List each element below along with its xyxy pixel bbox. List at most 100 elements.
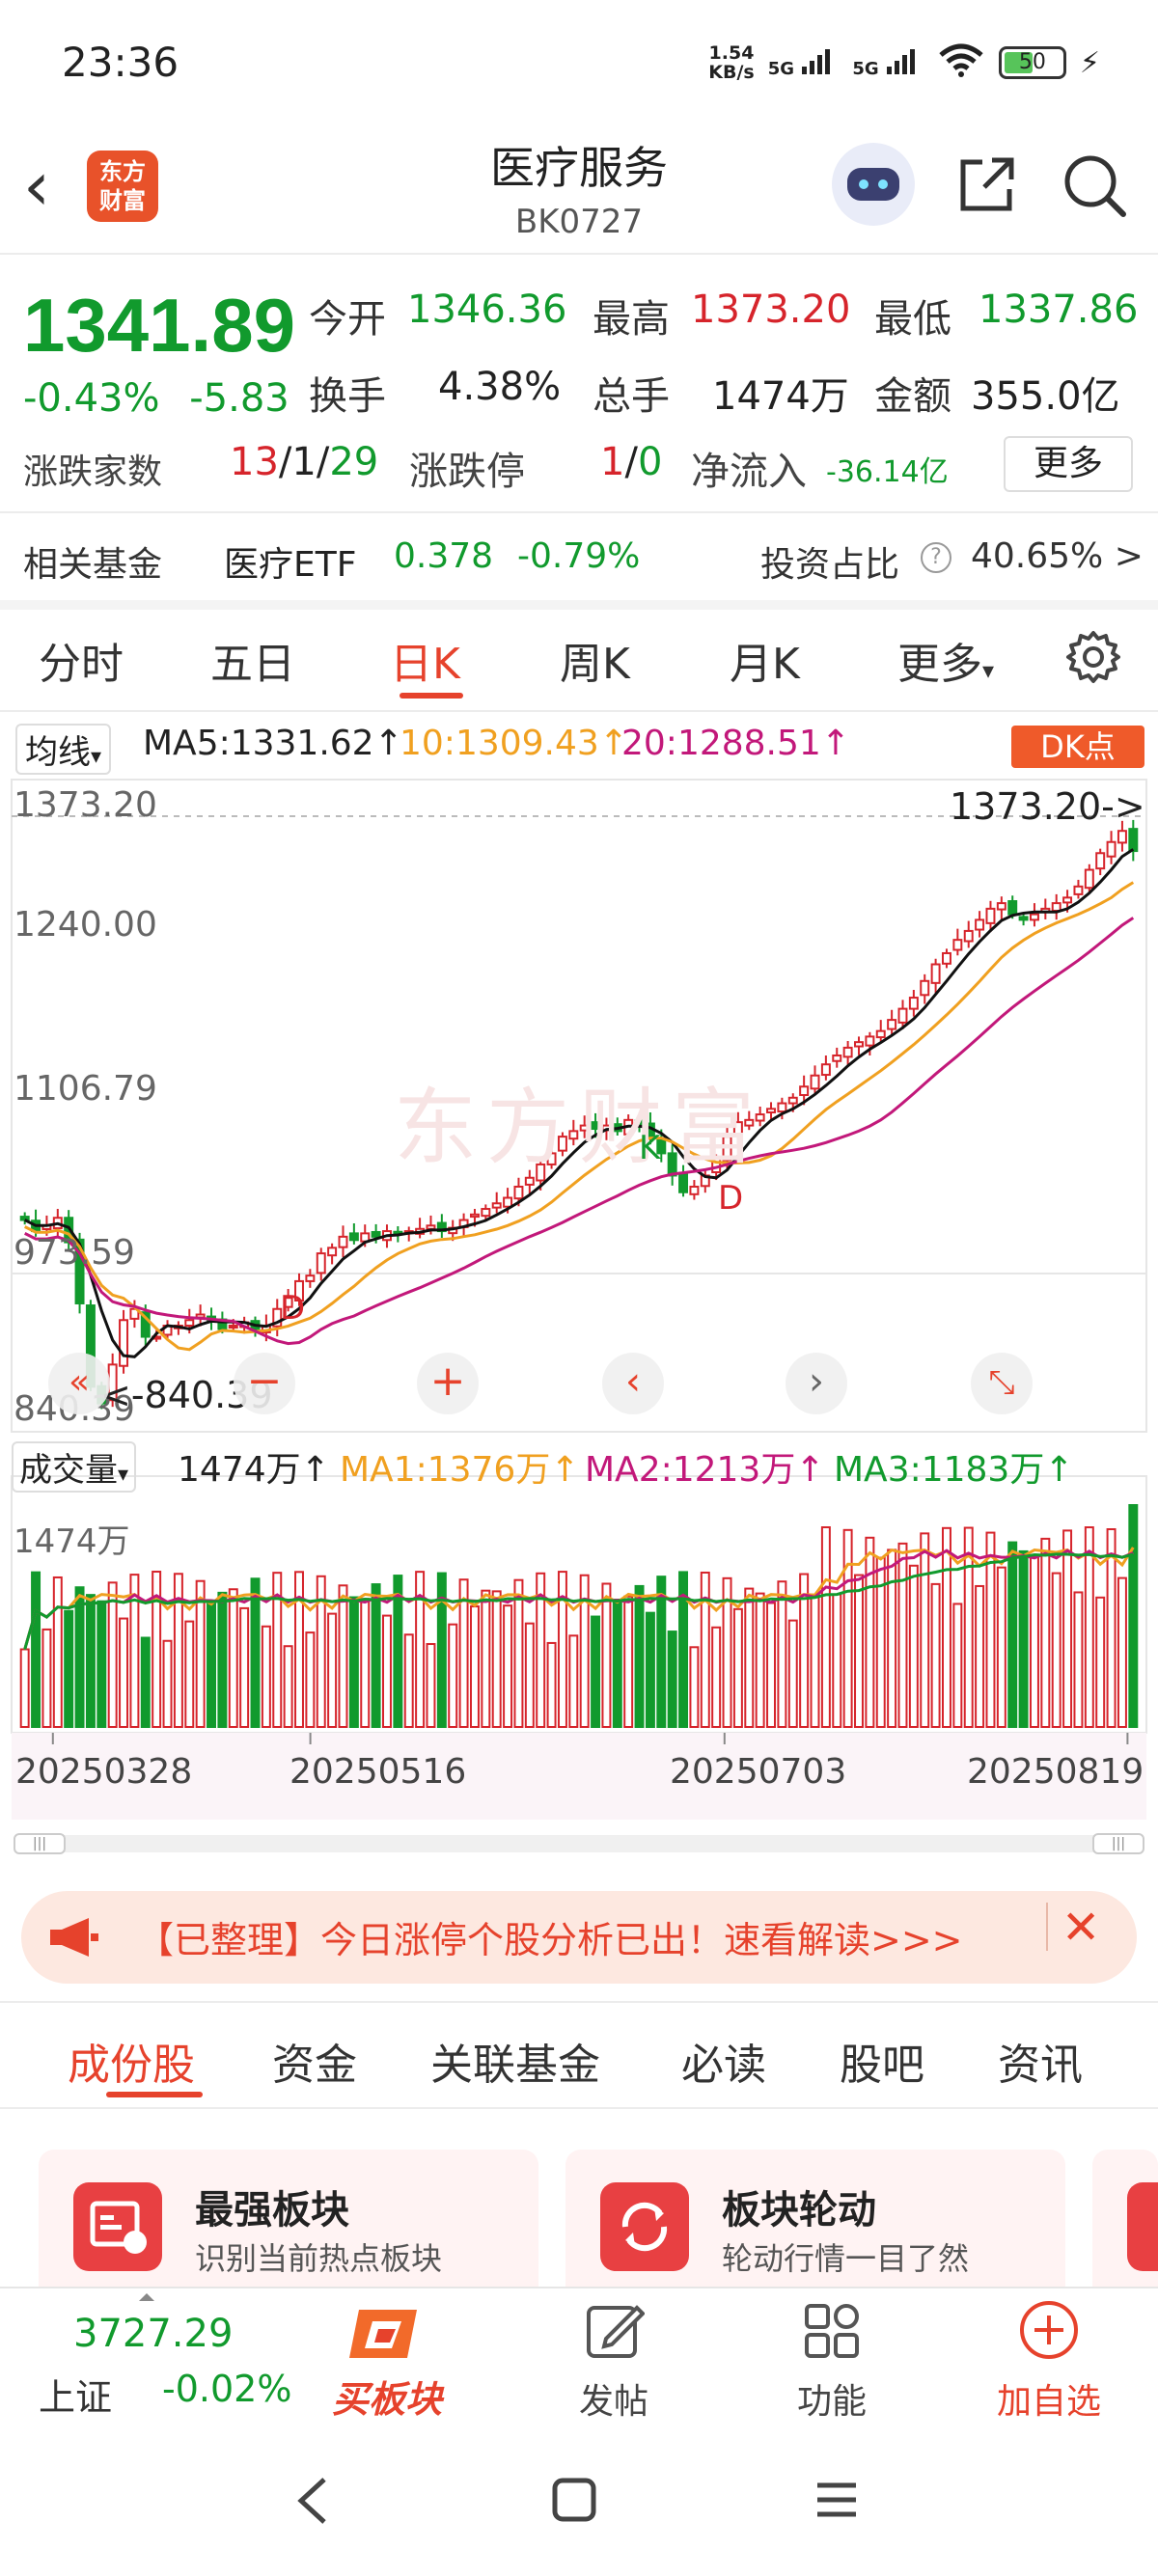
announcement-text[interactable]: 【已整理】今日涨停个股分析已出！速看解读>>> — [137, 1910, 963, 1963]
volume-bar — [711, 1626, 722, 1728]
functions-grid-icon[interactable] — [801, 2300, 863, 2362]
more-button[interactable]: 更多 — [1004, 436, 1133, 492]
date-label-4: 20250819 — [967, 1752, 1144, 1792]
buy-sector-label[interactable]: 买板块 — [332, 2370, 442, 2423]
volume-indicator-select[interactable]: 成交量▾ — [12, 1441, 137, 1493]
tab-daily-k[interactable]: 日K — [390, 629, 460, 691]
zoom-out-button[interactable]: − — [234, 1353, 295, 1414]
candle — [1117, 830, 1127, 844]
breadth-values: 13/1/29 — [230, 440, 379, 484]
volume-bar — [634, 1584, 645, 1729]
volume-bar — [832, 1593, 842, 1728]
volume-bar — [469, 1605, 480, 1729]
volume-bar — [975, 1584, 985, 1729]
amount-label: 金额 — [874, 374, 951, 419]
indicator-select[interactable]: 均线▾ — [15, 724, 112, 775]
scroll-left-far-button[interactable]: « — [48, 1353, 110, 1414]
settings-gear-icon[interactable] — [1065, 629, 1121, 685]
tab-monthly-k[interactable]: 月K — [730, 629, 800, 691]
candle — [426, 1224, 436, 1230]
search-icon[interactable] — [1060, 151, 1129, 220]
fullscreen-icon[interactable]: ⤡ — [971, 1353, 1033, 1414]
limit-values: 1/0 — [600, 440, 663, 484]
megaphone-icon — [50, 1918, 98, 1957]
volume-bar — [184, 1620, 195, 1729]
help-icon[interactable]: ? — [921, 542, 951, 573]
fund-price: 0.378 — [394, 536, 494, 576]
chart-scrollbar[interactable] — [14, 1835, 1144, 1852]
volume-bar — [162, 1639, 173, 1729]
scrollbar-left-handle[interactable]: ||| — [14, 1833, 66, 1854]
tabs-divider — [0, 710, 1158, 712]
kline-chart[interactable] — [0, 772, 1158, 1852]
buy-sector-icon[interactable] — [340, 2300, 436, 2368]
tab-five-day[interactable]: 五日 — [210, 629, 295, 691]
zoom-in-button[interactable]: + — [417, 1353, 479, 1414]
breadth-label: 涨跌家数 — [23, 452, 163, 492]
investment-ratio-value[interactable]: 40.65% > — [971, 536, 1144, 576]
chevron-right-icon: > — [1114, 536, 1144, 576]
tab-news[interactable]: 资讯 — [998, 2030, 1083, 2092]
share-icon[interactable] — [953, 151, 1021, 218]
tab-must-read[interactable]: 必读 — [681, 2030, 766, 2092]
candle — [963, 929, 974, 943]
add-watchlist-icon[interactable] — [1017, 2298, 1081, 2362]
compose-post-icon[interactable] — [583, 2300, 645, 2362]
assistant-robot-icon[interactable] — [832, 143, 915, 226]
volume-ma3-label: MA3:1183万 — [834, 1450, 1045, 1490]
volume-bar — [568, 1634, 579, 1729]
tab-related-funds[interactable]: 关联基金 — [430, 2030, 600, 2092]
volume-ma2-label: MA2:1213万 — [585, 1450, 796, 1490]
nav-menu-icon[interactable] — [813, 2476, 861, 2524]
change-percent: -0.43% — [23, 376, 160, 421]
volume-bar — [481, 1589, 491, 1729]
tab-more-label: 更多 — [897, 640, 982, 689]
post-label[interactable]: 发帖 — [560, 2373, 668, 2424]
add-watchlist-label[interactable]: 加自选 — [975, 2373, 1123, 2424]
card-partial[interactable] — [1092, 2150, 1158, 2304]
candle — [1128, 828, 1139, 853]
volume-bar — [524, 1622, 535, 1728]
candle — [920, 979, 930, 997]
tab-weekly-k[interactable]: 周K — [560, 629, 630, 691]
tab-capital[interactable]: 资金 — [272, 2030, 357, 2092]
volume-bar — [820, 1526, 831, 1729]
candle — [975, 918, 985, 931]
current-price: 1341.89 — [23, 283, 295, 368]
volume-bar — [52, 1576, 63, 1728]
candle — [875, 1029, 886, 1039]
tab-intraday[interactable]: 分时 — [39, 629, 124, 691]
index-value[interactable]: 3727.29 — [73, 2312, 233, 2356]
quote-divider — [0, 511, 1158, 513]
candle — [469, 1213, 480, 1219]
tab-more[interactable]: 更多▾ — [897, 629, 994, 691]
volume-bar — [327, 1612, 338, 1729]
move-right-button[interactable]: › — [786, 1353, 847, 1414]
high-value: 1373.20 — [691, 288, 851, 332]
active-tab-indicator — [400, 693, 463, 699]
nav-home-icon[interactable] — [550, 2476, 598, 2524]
tab-constituents[interactable]: 成份股 — [68, 2030, 195, 2092]
volume-bar — [1073, 1591, 1084, 1728]
close-icon[interactable]: ✕ — [1062, 1901, 1100, 1955]
candle — [1073, 885, 1084, 895]
fund-name[interactable]: 医疗ETF — [224, 536, 356, 587]
candle — [119, 1319, 129, 1367]
volume-bar — [41, 1628, 52, 1729]
expand-arrow-icon[interactable] — [137, 2288, 156, 2301]
nav-back-icon[interactable] — [290, 2472, 338, 2530]
dk-point-button[interactable]: DK点 — [1011, 726, 1144, 768]
section-gap — [0, 600, 1158, 610]
volume-bar — [403, 1633, 414, 1728]
scrollbar-right-handle[interactable]: ||| — [1092, 1833, 1144, 1854]
move-left-button[interactable]: ‹ — [602, 1353, 664, 1414]
card-strongest-sector[interactable]: 最强板块 识别当前热点板块 — [39, 2150, 538, 2304]
candle — [842, 1046, 853, 1058]
card-sector-rotation[interactable]: 板块轮动 轮动行情一目了然 — [565, 2150, 1065, 2304]
open-label: 今开 — [309, 297, 386, 342]
fund-change: -0.79% — [517, 536, 641, 576]
volume-bar — [842, 1528, 853, 1728]
tab-forum[interactable]: 股吧 — [840, 2030, 924, 2092]
charging-icon: ⚡ — [1079, 45, 1100, 80]
functions-label[interactable]: 功能 — [778, 2373, 886, 2424]
